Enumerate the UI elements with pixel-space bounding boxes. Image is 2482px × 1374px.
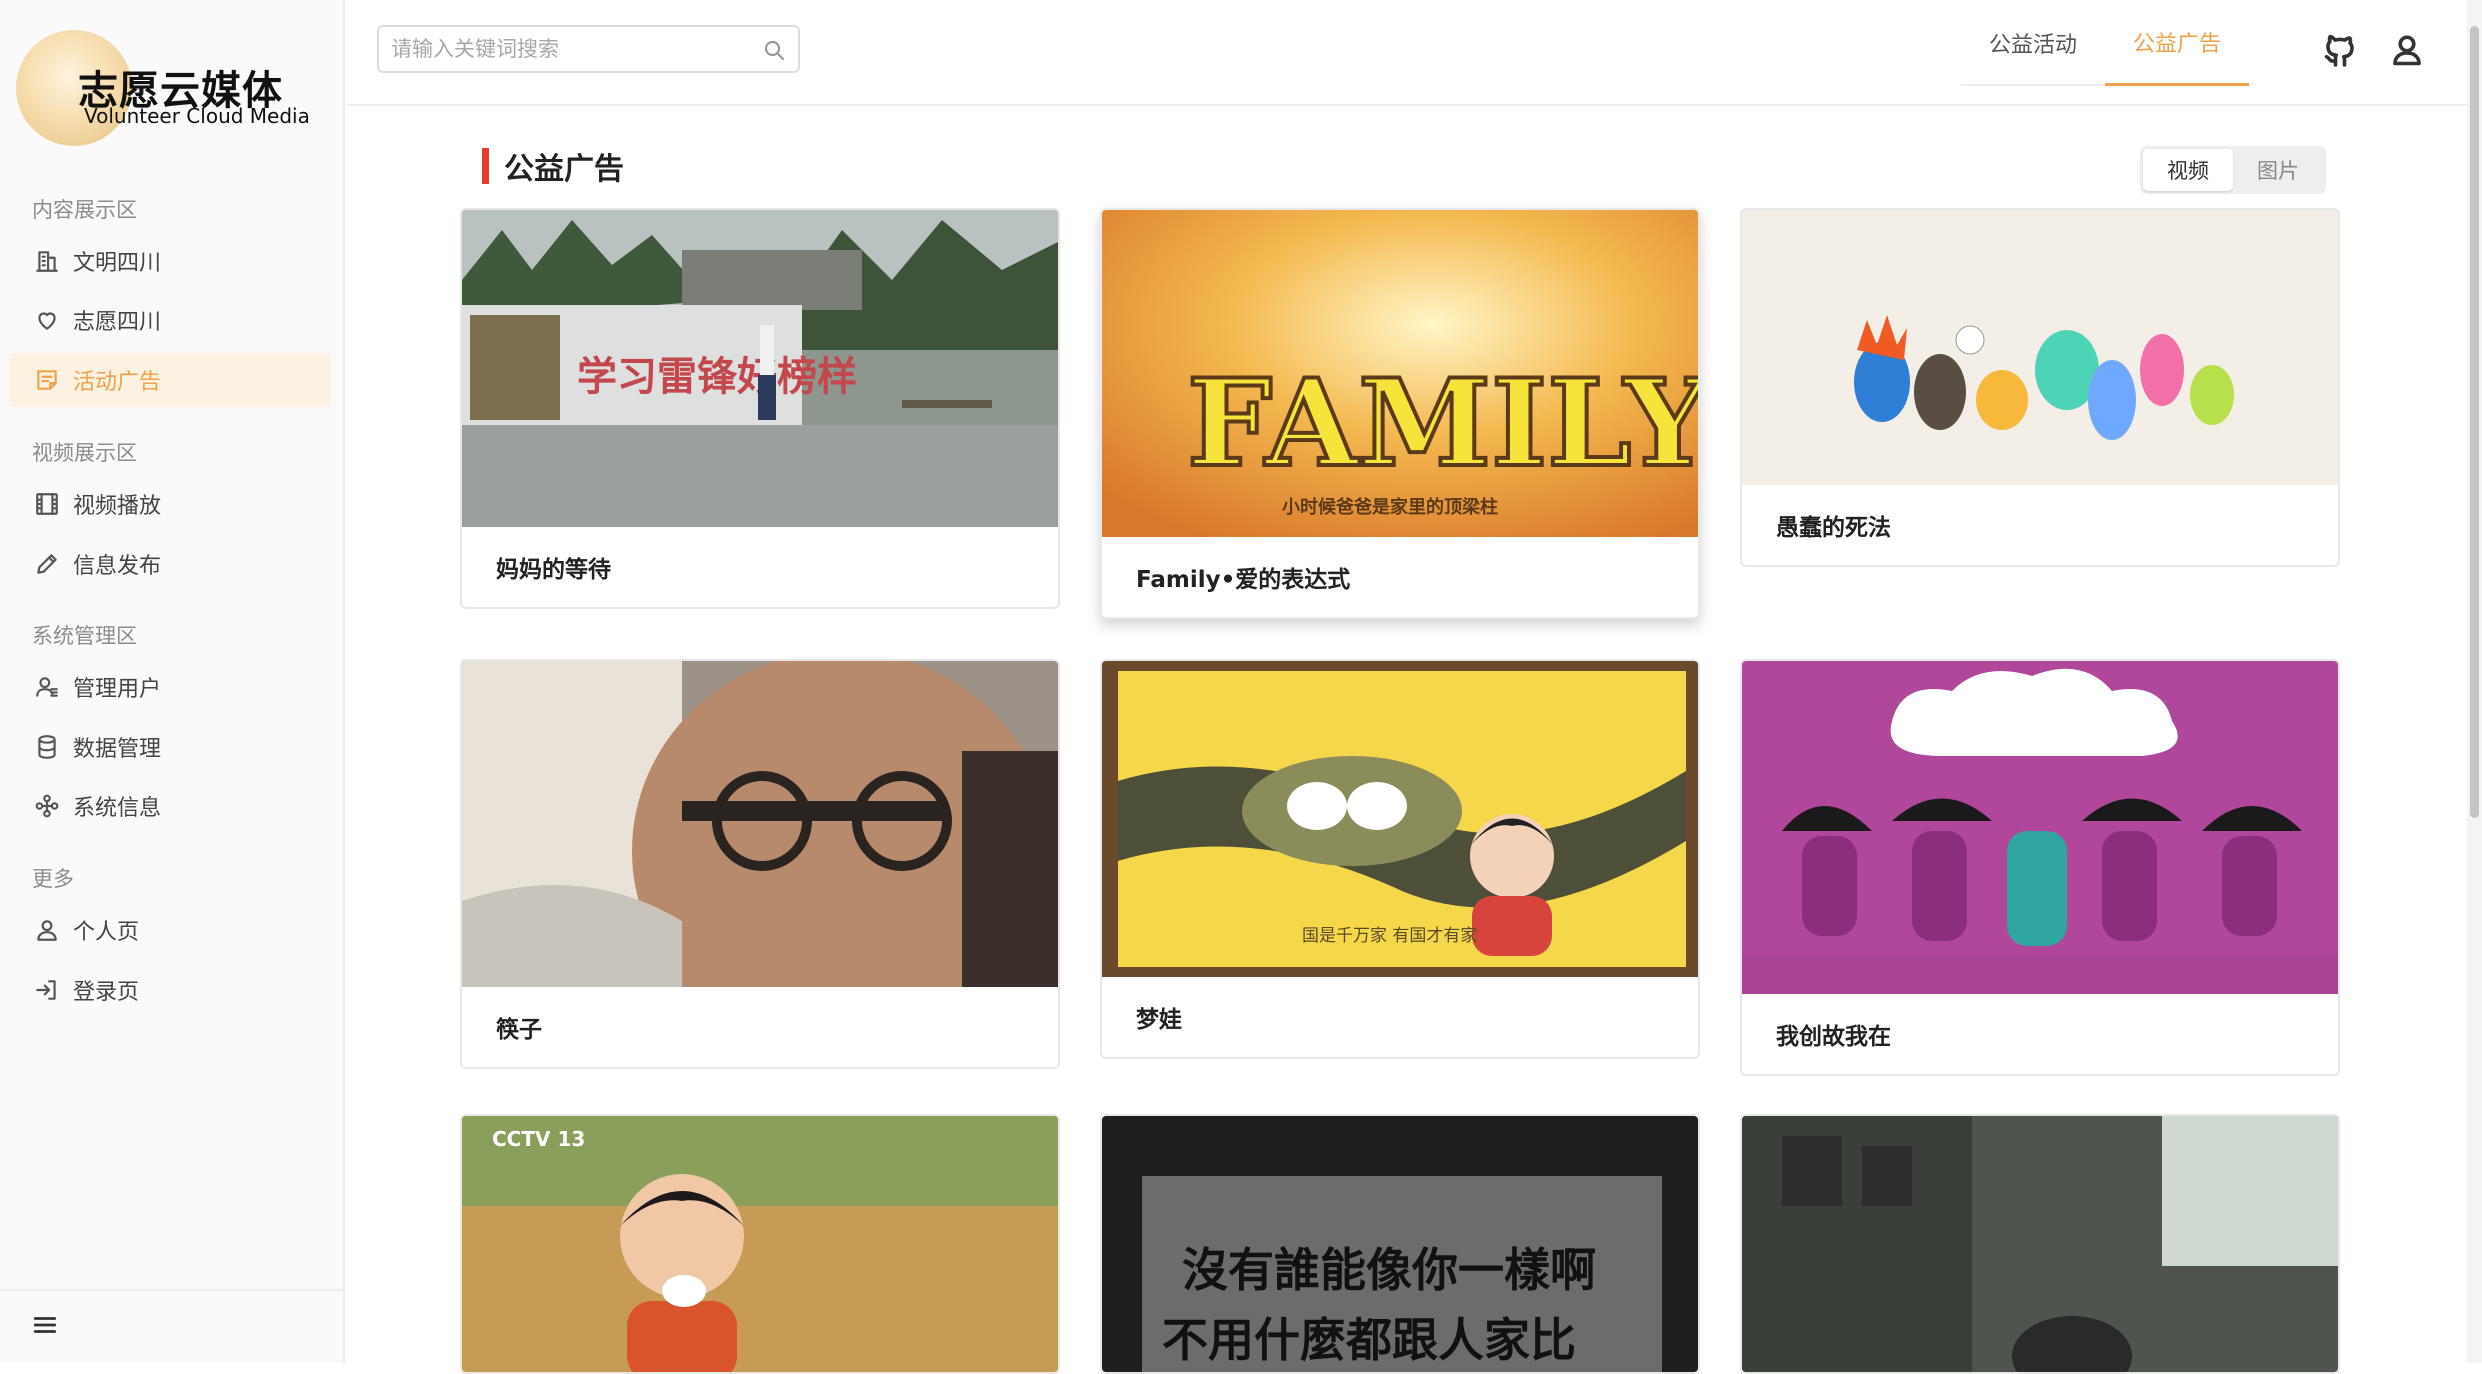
- title-accent-bar: [482, 148, 489, 184]
- card-title: Family•爱的表达式: [1136, 567, 1351, 593]
- page-scrollbar[interactable]: [2467, 0, 2482, 1363]
- top-header: 公益活动 公益广告: [347, 0, 2467, 106]
- brand-logo[interactable]: 志愿云媒体 Volunteer Cloud Media: [16, 26, 336, 146]
- thumbnail-text: 学习雷锋好榜样: [577, 354, 857, 400]
- header-tabs: 公益活动 公益广告: [1961, 0, 2250, 86]
- thumbnail-caption: 不用什麼都跟人家比: [1162, 1313, 1576, 1367]
- nav-group-system: 系统管理区: [32, 624, 137, 648]
- sidebar-item-label: 个人页: [73, 920, 140, 945]
- sidebar-item-video-play[interactable]: 视频播放: [9, 477, 331, 531]
- video-card[interactable]: [1740, 1114, 2340, 1374]
- sidebar-footer: [0, 1289, 343, 1363]
- github-icon[interactable]: [2322, 32, 2358, 68]
- nav-group-video: 视频展示区: [32, 441, 137, 465]
- user-manage-icon: [33, 673, 61, 701]
- section-title-text: 公益广告: [504, 152, 624, 187]
- video-thumbnail: [1742, 661, 2338, 994]
- sidebar-item-system-info[interactable]: 系统信息: [9, 779, 331, 833]
- card-title: 我创故我在: [1776, 1024, 1891, 1050]
- building-icon: [33, 247, 61, 275]
- sidebar-item-profile[interactable]: 个人页: [9, 903, 331, 957]
- video-card[interactable]: 沒有誰能像你一樣啊 不用什麼都跟人家比: [1100, 1114, 1700, 1374]
- sidebar-item-volunteer-sichuan[interactable]: 志愿四川: [9, 293, 331, 347]
- video-card[interactable]: 筷子: [460, 659, 1060, 1069]
- person-icon: [33, 916, 61, 944]
- login-icon: [33, 976, 61, 1004]
- search-icon[interactable]: [762, 38, 786, 62]
- video-card[interactable]: 我创故我在: [1740, 659, 2340, 1076]
- sidebar-item-login[interactable]: 登录页: [9, 963, 331, 1017]
- card-title: 妈妈的等待: [496, 557, 611, 583]
- card-title: 筷子: [496, 1017, 542, 1043]
- thumbnail-text: CCTV 13: [492, 1127, 585, 1151]
- system-icon: [33, 792, 61, 820]
- sidebar-item-label: 活动广告: [73, 370, 162, 395]
- video-thumbnail: 学习雷锋好榜样: [462, 210, 1058, 527]
- switch-video[interactable]: 视频: [2143, 149, 2233, 191]
- video-thumbnail: [1742, 1116, 2338, 1372]
- view-switch: 视频 图片: [2140, 146, 2326, 194]
- thumbnail-text: 沒有誰能像你一樣啊: [1182, 1243, 1596, 1297]
- note-icon: [33, 366, 61, 394]
- sidebar-item-label: 视频播放: [73, 494, 162, 519]
- sidebar-item-label: 系统信息: [73, 796, 162, 821]
- section-title: 公益广告: [482, 148, 624, 187]
- sidebar: 志愿云媒体 Volunteer Cloud Media 内容展示区 文明四川 志…: [0, 0, 345, 1363]
- brand-subtitle: Volunteer Cloud Media: [84, 104, 310, 128]
- sidebar-item-label: 信息发布: [73, 554, 162, 579]
- video-thumbnail: CCTV 13: [462, 1116, 1058, 1372]
- pencil-icon: [33, 550, 61, 578]
- scrollbar-thumb[interactable]: [2470, 26, 2479, 818]
- user-icon[interactable]: [2389, 32, 2425, 68]
- video-thumbnail: 沒有誰能像你一樣啊 不用什麼都跟人家比: [1102, 1116, 1698, 1372]
- hamburger-menu-icon[interactable]: [32, 1312, 58, 1342]
- sidebar-item-label: 数据管理: [73, 737, 162, 762]
- video-card[interactable]: 国是千万家 有国才有家 梦娃: [1100, 659, 1700, 1059]
- sidebar-item-label: 管理用户: [73, 677, 162, 702]
- video-thumbnail: [462, 661, 1058, 987]
- card-title: 愚蠢的死法: [1776, 515, 1891, 541]
- search-box: [377, 25, 800, 73]
- sidebar-item-manage-users[interactable]: 管理用户: [9, 660, 331, 714]
- sidebar-item-activity-ads[interactable]: 活动广告: [9, 353, 331, 407]
- nav-group-more: 更多: [32, 867, 74, 891]
- database-icon: [33, 733, 61, 761]
- sidebar-item-civilized-sichuan[interactable]: 文明四川: [9, 234, 331, 288]
- video-thumbnail: 国是千万家 有国才有家: [1102, 661, 1698, 977]
- sidebar-item-label: 文明四川: [73, 251, 162, 276]
- video-card[interactable]: 学习雷锋好榜样 妈妈的等待: [460, 208, 1060, 609]
- tab-public-activity[interactable]: 公益活动: [1961, 0, 2105, 86]
- film-icon: [33, 490, 61, 518]
- nav-group-content: 内容展示区: [32, 198, 137, 222]
- video-card[interactable]: CCTV 13: [460, 1114, 1060, 1374]
- heart-icon: [33, 306, 61, 334]
- video-card[interactable]: 愚蠢的死法: [1740, 208, 2340, 567]
- sidebar-item-info-publish[interactable]: 信息发布: [9, 537, 331, 591]
- video-thumbnail: FAMILY 小时候爸爸是家里的顶梁柱: [1102, 210, 1698, 537]
- thumbnail-text: FAMILY: [1187, 353, 1698, 494]
- card-title: 梦娃: [1136, 1007, 1182, 1033]
- sidebar-item-label: 志愿四川: [73, 310, 162, 335]
- tab-public-ads[interactable]: 公益广告: [2105, 0, 2250, 86]
- sidebar-item-data-manage[interactable]: 数据管理: [9, 720, 331, 774]
- thumbnail-caption: 国是千万家 有国才有家: [1302, 926, 1477, 946]
- search-input[interactable]: [391, 27, 731, 71]
- switch-image[interactable]: 图片: [2233, 149, 2323, 191]
- video-card[interactable]: FAMILY 小时候爸爸是家里的顶梁柱 Family•爱的表达式: [1100, 208, 1700, 619]
- thumbnail-caption: 小时候爸爸是家里的顶梁柱: [1282, 496, 1498, 518]
- sidebar-item-label: 登录页: [73, 980, 140, 1005]
- video-thumbnail: [1742, 210, 2338, 485]
